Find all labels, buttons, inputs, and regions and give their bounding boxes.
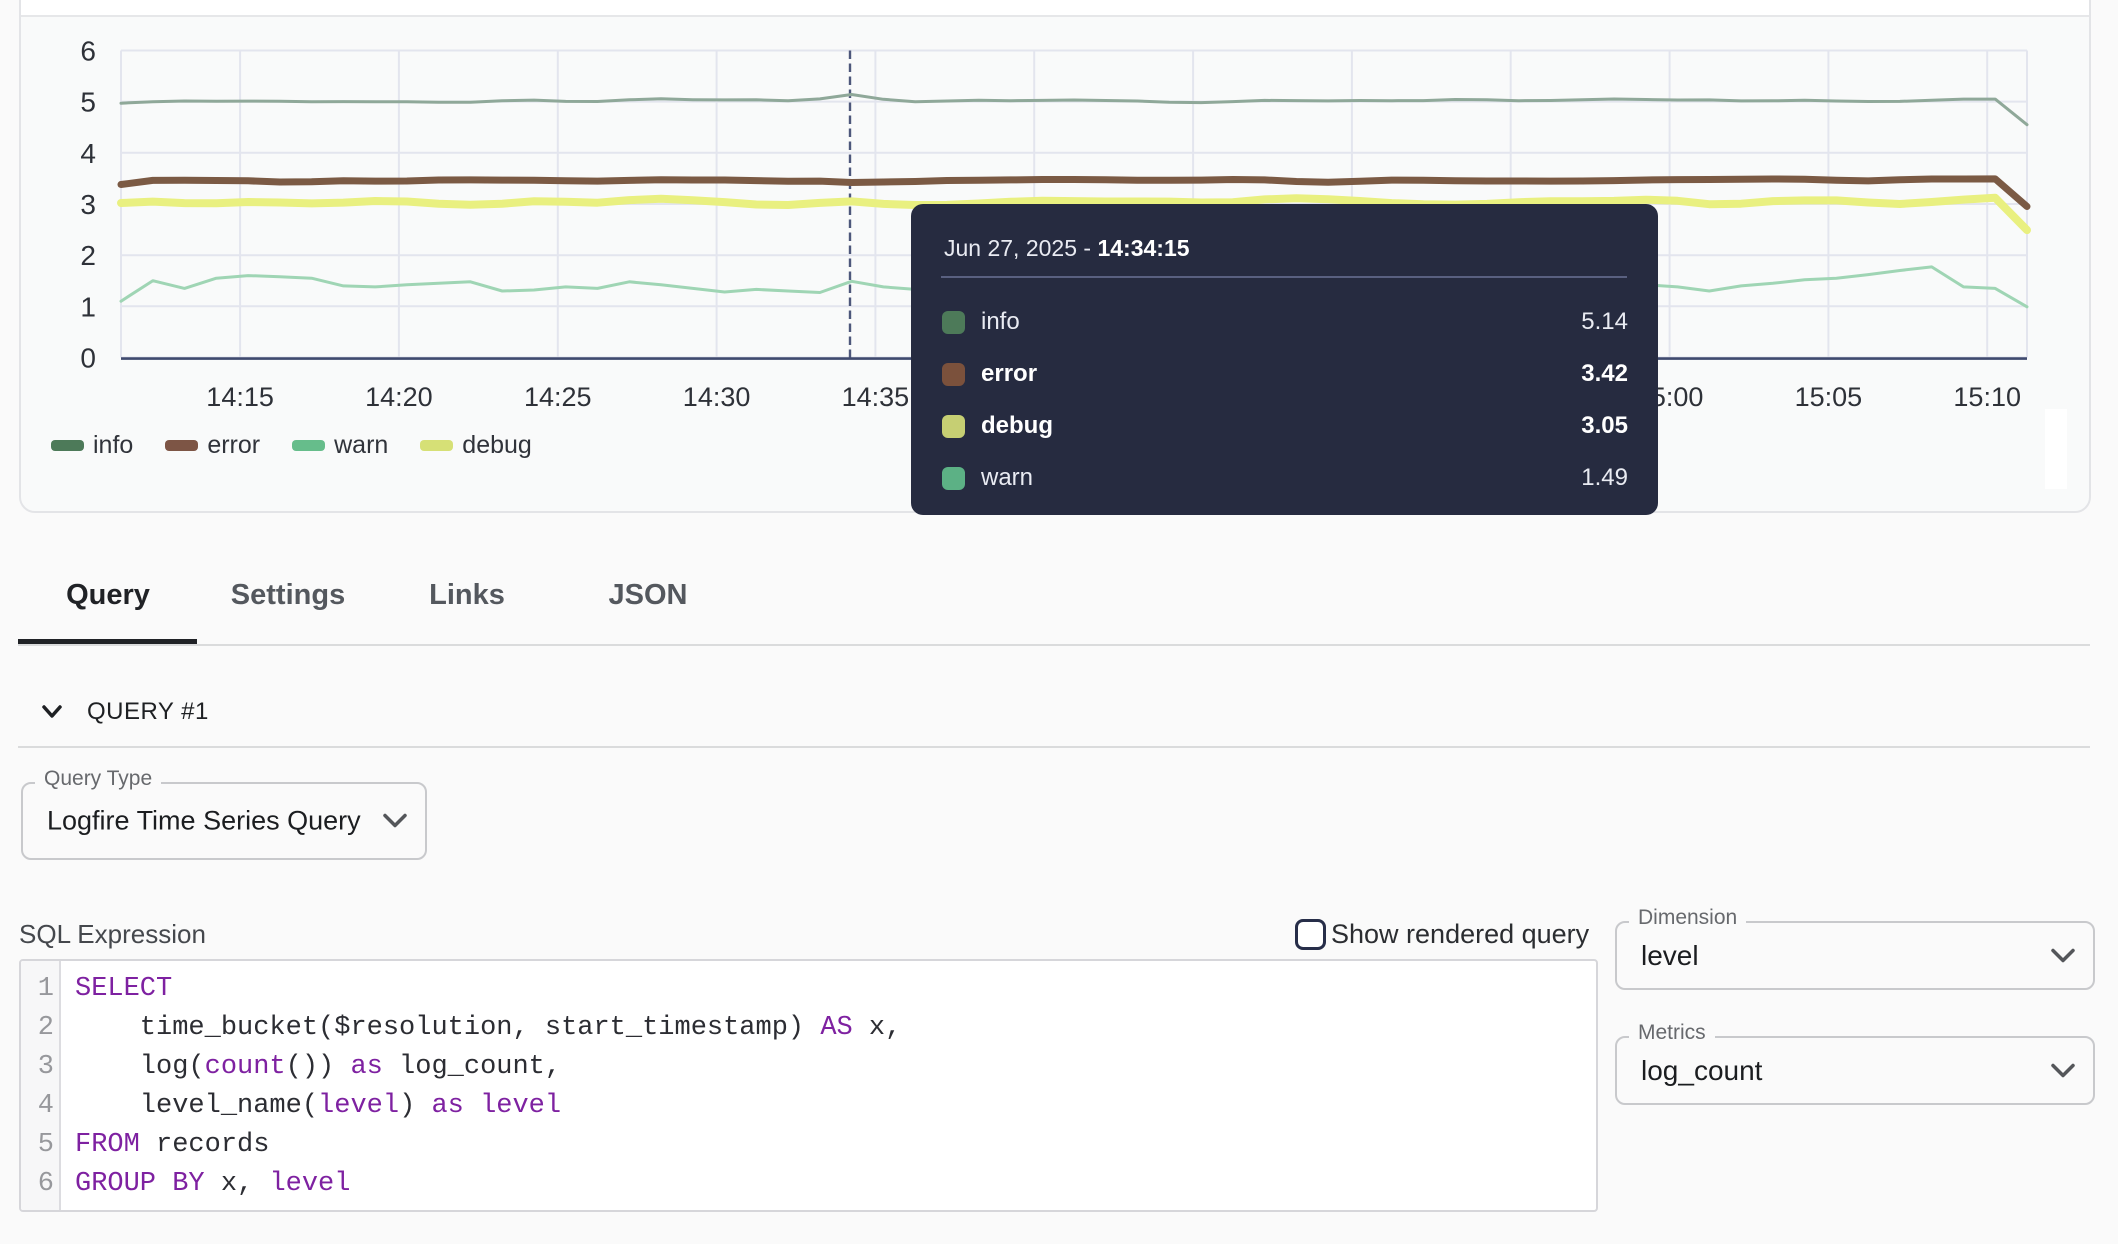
- svg-text:4: 4: [80, 138, 96, 169]
- svg-text:2: 2: [80, 240, 96, 271]
- svg-text:1: 1: [80, 291, 96, 322]
- svg-text:14:15: 14:15: [206, 382, 274, 412]
- svg-text:15:05: 15:05: [1795, 382, 1863, 412]
- svg-text:0: 0: [80, 343, 96, 374]
- svg-text:14:25: 14:25: [524, 382, 592, 412]
- svg-text:14:30: 14:30: [683, 382, 751, 412]
- svg-text:5: 5: [80, 87, 96, 118]
- svg-text:15:10: 15:10: [1953, 382, 2021, 412]
- svg-text:14:35: 14:35: [842, 382, 910, 412]
- svg-text:6: 6: [80, 36, 96, 67]
- svg-text:14:20: 14:20: [365, 382, 433, 412]
- svg-text:3: 3: [80, 189, 96, 220]
